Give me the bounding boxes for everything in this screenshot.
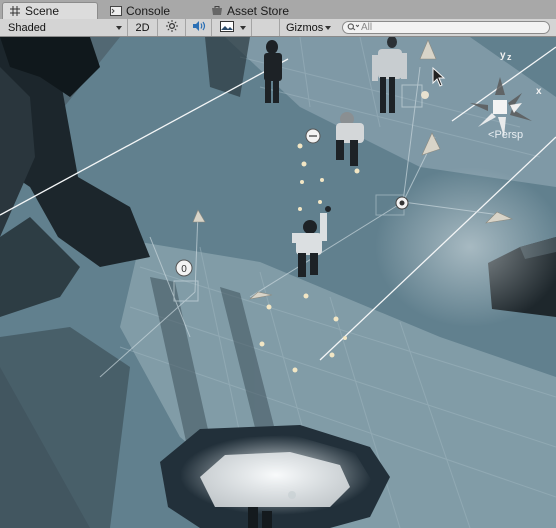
sun-icon [165,20,178,35]
tab-label: Console [126,3,171,18]
scene-toolbar: Shaded 2D Gizmos [0,19,556,37]
grid-icon [9,5,21,17]
projection-label: Persp [494,129,524,141]
scene-render: 0 [0,37,556,528]
axis-label-y: y [500,50,506,61]
shading-mode-dropdown[interactable]: Shaded [0,19,128,36]
mode-2d-toggle[interactable]: 2D [128,19,158,36]
projection-toggle[interactable]: <Persp [488,129,523,141]
audio-toggle[interactable] [186,19,212,36]
search-field[interactable] [342,21,550,34]
mode-2d-label: 2D [135,21,150,34]
store-icon [211,5,223,17]
image-icon [220,20,234,35]
gizmos-dropdown[interactable]: Gizmos [280,19,336,36]
speaker-icon [192,20,206,35]
axis-label-z: z [507,52,512,62]
tab-label: Scene [25,4,60,18]
tab-console[interactable]: Console [104,2,196,19]
tab-asset-store[interactable]: Asset Store [205,2,301,19]
search-icon [347,22,360,34]
scene-viewport[interactable]: 0 y z x <Persp [0,37,556,528]
svg-text:0: 0 [181,264,187,275]
toolbar-spacer [252,19,280,36]
tab-bar: Scene Console Asset Store [0,0,556,20]
gizmos-label: Gizmos [286,21,324,34]
console-icon [110,5,122,17]
search-input[interactable] [361,22,541,33]
tab-label: Asset Store [227,3,290,18]
axis-label-x: x [536,86,542,97]
effects-dropdown[interactable] [212,19,252,36]
mouse-cursor-icon [432,67,446,87]
shading-mode-label: Shaded [8,21,46,34]
lighting-toggle[interactable] [158,19,186,36]
tab-scene[interactable]: Scene [2,2,98,19]
